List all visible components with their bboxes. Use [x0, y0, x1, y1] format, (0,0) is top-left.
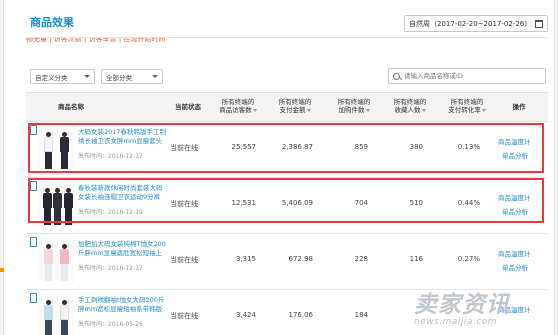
product-name-link[interactable]: 加肥加大码女装纯棉T恤女200斤胖mm显瘦遮肚宽松短袖上衣: [78, 240, 168, 258]
header-cart-qty[interactable]: 所有终端的 加购件数: [330, 98, 378, 114]
header-status: 当前状态: [175, 103, 201, 111]
status-cell: 当前在线: [170, 256, 198, 264]
all-category-label: 全部分类: [106, 73, 132, 82]
product-thumbnail[interactable]: [39, 294, 75, 335]
sort-icon: [252, 108, 257, 112]
pay-amount-cell: 672.98: [288, 255, 314, 263]
mobile-icon: [30, 293, 37, 303]
table-header: 商品名称 当前状态 所有终端的 商品访客数 所有终端的 支付金额 所有终端的 加…: [26, 92, 548, 122]
highlight-box: [28, 123, 544, 173]
left-edge-bar: [0, 0, 4, 335]
chevron-down-icon: [152, 75, 158, 78]
search-input[interactable]: [404, 72, 534, 80]
product-search[interactable]: [388, 68, 546, 84]
header-conv-rate[interactable]: 所有终端的 支付转化率: [442, 98, 492, 114]
header-fav-count[interactable]: 所有终端的 收藏人数: [386, 98, 434, 114]
header-visitors[interactable]: 所有终端的 商品访客数: [214, 98, 262, 114]
visitors-cell: 3,424: [235, 311, 256, 319]
date-range-picker[interactable]: 自然周（2017-02-20~2017-02-26）: [404, 15, 549, 32]
edge-marker: [0, 268, 4, 272]
sort-icon: [481, 108, 486, 112]
product-name-link[interactable]: 手工刺绣翻袖t恤女大码200斤胖mm宽松显瘦短袖系带韩版: [78, 296, 168, 314]
right-edge-bar: [554, 0, 558, 335]
publish-time: 发布时间：2016-12-17: [78, 265, 143, 272]
chevron-down-icon: [84, 75, 90, 78]
pay-amount-cell: 176.06: [288, 311, 314, 319]
calendar-icon: [535, 19, 544, 28]
fav-count-cell: 116: [409, 255, 423, 263]
status-cell: 当前在线: [170, 312, 198, 320]
mobile-icon: [30, 237, 37, 247]
highlight-box: [28, 178, 544, 223]
publish-time: 发布时间：2016-05-26: [78, 321, 143, 328]
header-action: 操作: [512, 103, 526, 111]
date-range-label: 自然周（2017-02-20~2017-02-26）: [409, 19, 532, 28]
product-thumbnail[interactable]: [39, 238, 75, 282]
table-row: 加肥加大码女装纯棉T恤女200斤胖mm显瘦遮肚宽松短袖上衣 发布时间：2016-…: [26, 234, 548, 290]
page-title: 商品效果: [30, 16, 74, 29]
conv-rate-cell: 0.27%: [457, 255, 480, 263]
custom-category-select[interactable]: 自定义分类: [30, 69, 95, 84]
item-analysis-link[interactable]: 单品分析: [502, 262, 528, 272]
sort-icon: [421, 108, 426, 112]
cart-qty-cell: 184: [354, 311, 368, 319]
header-pay-amount[interactable]: 所有终端的 支付金额: [271, 98, 319, 114]
cart-qty-cell: 228: [354, 255, 368, 263]
sort-icon: [365, 108, 370, 112]
metric-tabs-partial: 畅无量 | 访客次数 | 访客率暂 | 挂现开始时间: [26, 38, 166, 43]
sort-icon: [306, 108, 311, 112]
all-category-select[interactable]: 全部分类: [101, 69, 163, 84]
search-icon: [393, 72, 400, 80]
watermark-logo: 卖家资讯 news.maijia.com: [414, 292, 510, 327]
custom-category-label: 自定义分类: [35, 73, 68, 82]
visitors-cell: 3,315: [235, 255, 256, 263]
temperature-link[interactable]: 商品温度计: [498, 248, 531, 258]
header-product-name: 商品名称: [58, 103, 84, 111]
